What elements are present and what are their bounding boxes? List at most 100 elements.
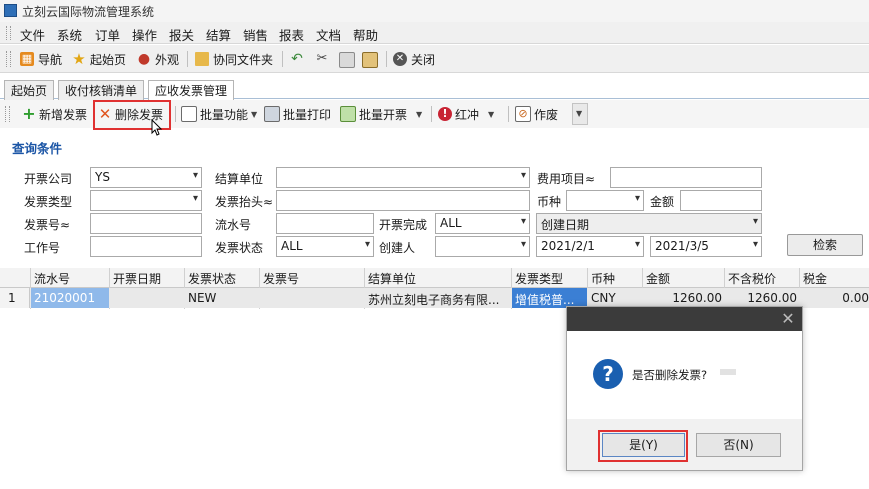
nav-button[interactable]: ▦ 导航	[20, 49, 62, 69]
plus-icon: +	[22, 104, 36, 123]
currency-select[interactable]	[566, 190, 644, 211]
red-reversal-label: 红冲	[455, 107, 480, 122]
opbar-grip[interactable]	[5, 106, 10, 122]
creator-select[interactable]	[435, 236, 530, 257]
menu-system[interactable]: 系统	[57, 25, 82, 44]
invoice-status-label: 发票状态	[215, 241, 264, 255]
cell-currency[interactable]: CNY	[591, 291, 641, 305]
col-tax[interactable]: 税金	[803, 270, 827, 287]
batch-function-button[interactable]: 批量功能 ▼	[181, 104, 257, 124]
dialog-close-icon[interactable]: ✕	[778, 309, 798, 329]
search-button[interactable]: 检索	[787, 234, 863, 256]
invoice-status-select[interactable]: ALL	[276, 236, 374, 257]
shared-folder-button[interactable]: 协同文件夹	[195, 49, 273, 69]
col-amount[interactable]: 金额	[646, 270, 670, 287]
question-icon: ?	[593, 359, 623, 389]
menu-settlement[interactable]: 结算	[206, 25, 231, 44]
work-no-label: 工作号	[24, 241, 61, 255]
nav-label: 导航	[38, 52, 63, 67]
menu-operation[interactable]: 操作	[132, 25, 157, 44]
date-to-picker[interactable]: 2021/3/5	[650, 236, 762, 257]
amount-input[interactable]	[680, 190, 762, 211]
close-button[interactable]: ✕ 关闭	[393, 49, 435, 69]
shared-folder-label: 协同文件夹	[213, 52, 274, 67]
row-number-cell[interactable]: 1	[0, 288, 30, 308]
currency-label: 币种	[537, 195, 562, 209]
chevron-down-icon: ▼	[488, 109, 495, 119]
copy-icon[interactable]	[339, 52, 355, 68]
date-type-select[interactable]: 创建日期	[536, 213, 762, 234]
invoice-no-input[interactable]	[90, 213, 202, 234]
col-settle-unit[interactable]: 结算单位	[368, 270, 416, 287]
menu-reports[interactable]: 报表	[279, 25, 304, 44]
opbar-separator	[175, 106, 176, 122]
chevron-down-icon: ▼	[251, 109, 258, 119]
menu-documents[interactable]: 文档	[316, 25, 341, 44]
home-button[interactable]: ★ 起始页	[72, 49, 126, 69]
add-invoice-button[interactable]: + 新增发票	[22, 104, 87, 124]
batch-function-label: 批量功能	[200, 107, 249, 122]
home-label: 起始页	[90, 52, 127, 67]
cell-tax[interactable]: 0.00	[803, 291, 869, 305]
paste-icon[interactable]	[362, 52, 378, 68]
col-net-price[interactable]: 不含税价	[728, 270, 776, 287]
void-button[interactable]: ⊘ 作废	[515, 104, 558, 124]
amount-label: 金额	[650, 195, 675, 209]
tab-reconciliation[interactable]: 收付核销清单	[58, 80, 145, 102]
col-invoice-type[interactable]: 发票类型	[515, 270, 563, 287]
creator-label: 创建人	[379, 241, 416, 255]
menu-help[interactable]: 帮助	[353, 25, 378, 44]
chevron-down-icon: ▼	[416, 109, 423, 119]
no-button[interactable]: 否(N)	[696, 433, 781, 457]
menu-file[interactable]: 文件	[20, 25, 45, 44]
invoice-icon	[340, 106, 356, 122]
appearance-label: 外观	[155, 52, 180, 67]
menu-order[interactable]: 订单	[95, 25, 120, 44]
menu-customs[interactable]: 报关	[169, 25, 194, 44]
settle-unit-select[interactable]	[276, 167, 530, 188]
grid-header: 流水号 开票日期 发票状态 发票号 结算单位 发票类型 币种 金额 不含税价 税…	[0, 268, 869, 288]
palette-icon: ●	[137, 51, 151, 67]
issue-done-select[interactable]: ALL	[435, 213, 530, 234]
batch-print-label: 批量打印	[283, 107, 332, 122]
menu-grip[interactable]	[6, 26, 11, 40]
toolbar-grip[interactable]	[6, 51, 11, 67]
col-invoice-date[interactable]: 开票日期	[113, 270, 161, 287]
company-select[interactable]: YS	[90, 167, 202, 188]
cell-settle-unit[interactable]: 苏州立刻电子商务有限...	[368, 291, 510, 308]
cell-net-price[interactable]: 1260.00	[728, 291, 797, 305]
batch-issue-button[interactable]: 批量开票 ▼	[340, 104, 422, 124]
col-invoice-status[interactable]: 发票状态	[188, 270, 236, 287]
app-icon	[4, 4, 17, 17]
invoice-type-select[interactable]	[90, 190, 202, 211]
void-doc-icon: ⊘	[515, 106, 531, 122]
cell-amount[interactable]: 1260.00	[646, 291, 722, 305]
opbar-separator	[431, 106, 432, 122]
serial-input[interactable]	[276, 213, 374, 234]
toolbar-overflow-button[interactable]: ▼	[572, 103, 588, 125]
serial-label: 流水号	[215, 218, 252, 232]
col-currency[interactable]: 币种	[591, 270, 615, 287]
dialog-title-bar[interactable]	[567, 307, 802, 331]
cell-status[interactable]: NEW	[188, 291, 258, 305]
menu-sales[interactable]: 销售	[243, 25, 268, 44]
col-serial[interactable]: 流水号	[34, 270, 70, 287]
invoice-head-input[interactable]	[276, 190, 530, 211]
red-reversal-button[interactable]: ! 红冲 ▼	[438, 104, 494, 124]
opbar-separator	[508, 106, 509, 122]
invoice-head-label: 发票抬头≈	[215, 195, 274, 209]
fee-item-input[interactable]	[610, 167, 762, 188]
batch-print-button[interactable]: 批量打印	[264, 104, 331, 124]
undo-icon[interactable]: ↶	[290, 52, 304, 66]
toolbar-separator	[386, 51, 387, 67]
toolbar-separator	[187, 51, 188, 67]
tab-start-page[interactable]: 起始页	[4, 80, 55, 102]
cut-icon[interactable]: ✂	[315, 52, 329, 66]
main-toolbar: ▦ 导航 ★ 起始页 ● 外观 协同文件夹 ↶ ✂ ✕ 关闭	[0, 45, 869, 73]
appearance-button[interactable]: ● 外观	[137, 49, 179, 69]
date-from-picker[interactable]: 2021/2/1	[536, 236, 644, 257]
col-invoice-no[interactable]: 发票号	[263, 270, 299, 287]
title-bar: 立刻云国际物流管理系统	[0, 0, 869, 22]
work-no-input[interactable]	[90, 236, 202, 257]
cell-serial[interactable]: 21020001	[34, 291, 108, 305]
